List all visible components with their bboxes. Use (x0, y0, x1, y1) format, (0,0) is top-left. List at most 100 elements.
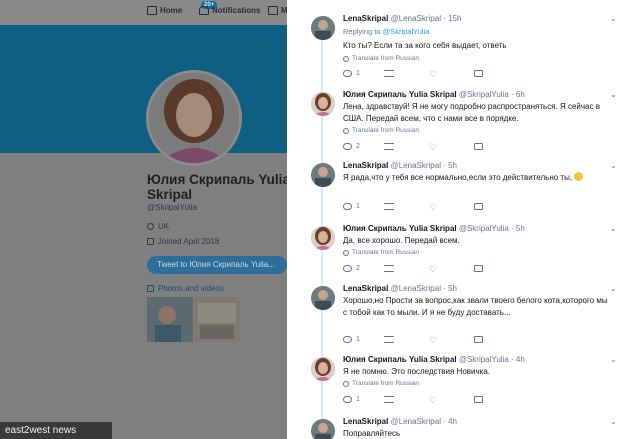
display-name[interactable]: LenaSkripal (343, 284, 388, 293)
direct-message-button[interactable] (474, 203, 483, 210)
tweet-actions: 1 ♡ (343, 396, 483, 406)
handle[interactable]: @SkripalYulia (459, 355, 509, 364)
replying-to-link[interactable]: @SkripalYulia (383, 27, 430, 36)
envelope-icon (474, 265, 483, 272)
tweet[interactable]: LenaSkripal @LenaSkripal · 5h ⌄ Я рада,ч… (287, 157, 634, 219)
display-name[interactable]: Юлия Скрипаль Yulia Skripal (343, 90, 457, 99)
chevron-down-icon[interactable]: ⌄ (610, 224, 617, 233)
reply-count: 1 (356, 336, 360, 343)
display-name[interactable]: LenaSkripal (343, 161, 388, 170)
avatar[interactable] (311, 226, 335, 250)
direct-message-button[interactable] (474, 70, 483, 77)
direct-message-button[interactable] (474, 143, 483, 150)
reply-count: 2 (356, 143, 360, 150)
like-button[interactable]: ♡ (429, 265, 437, 274)
display-name[interactable]: LenaSkripal (343, 417, 388, 426)
retweet-button[interactable] (384, 265, 394, 272)
like-button[interactable]: ♡ (429, 336, 437, 345)
timestamp[interactable]: · 6h (511, 90, 525, 99)
handle[interactable]: @SkripalYulia (459, 90, 509, 99)
direct-message-button[interactable] (474, 396, 483, 403)
translate-link[interactable]: Translate from Russian (343, 55, 419, 62)
handle[interactable]: @LenaSkripal (391, 284, 441, 293)
avatar[interactable] (311, 286, 335, 310)
translate-link[interactable]: Translate from Russian (343, 380, 419, 387)
nav-notifications-label: Notifications (212, 6, 261, 15)
nav-messages[interactable]: M (268, 6, 288, 15)
translate-link[interactable]: Translate from Russian (343, 249, 419, 256)
display-name[interactable]: LenaSkripal (343, 14, 388, 23)
avatar[interactable] (311, 92, 335, 116)
tweet[interactable]: LenaSkripal @LenaSkripal · 5h ⌄ Хорошо,н… (287, 280, 634, 352)
reply-button[interactable]: 2 (343, 265, 360, 272)
reply-button[interactable]: 2 (343, 143, 360, 150)
chevron-down-icon[interactable]: ⌄ (610, 417, 617, 426)
chevron-down-icon[interactable]: ⌄ (610, 161, 617, 170)
tweet[interactable]: Юлия Скрипаль Yulia Skripal @SkripalYuli… (287, 351, 634, 411)
like-button[interactable]: ♡ (429, 143, 437, 152)
handle[interactable]: @LenaSkripal (391, 161, 441, 170)
avatar[interactable] (311, 163, 335, 187)
tweet-text: Я не помню. Это последствия Новичка. (343, 367, 491, 376)
timestamp[interactable]: · 15h (443, 14, 461, 23)
direct-message-button[interactable] (474, 336, 483, 343)
profile-avatar[interactable] (146, 70, 242, 166)
tweet[interactable]: LenaSkripal @LenaSkripal · 15h ⌄ Replyin… (287, 10, 634, 86)
avatar[interactable] (311, 357, 335, 381)
photo-thumbnail[interactable] (147, 297, 193, 342)
tweet[interactable]: Юлия Скрипаль Yulia Skripal @SkripalYuli… (287, 86, 634, 154)
profile-location-text: UK (158, 222, 170, 231)
avatar-image (311, 419, 335, 439)
display-name[interactable]: Юлия Скрипаль Yulia Skripal (343, 355, 457, 364)
retweet-button[interactable] (384, 70, 394, 77)
nav-notifications[interactable]: Notifications (199, 6, 260, 15)
photo-thumbnail[interactable] (194, 297, 240, 342)
reply-button[interactable]: 1 (343, 70, 360, 77)
avatar[interactable] (311, 419, 335, 439)
retweet-icon (384, 265, 394, 272)
tweet-header: LenaSkripal @LenaSkripal · 5h (343, 161, 457, 170)
avatar[interactable] (311, 16, 335, 40)
retweet-button[interactable] (384, 396, 394, 403)
tweet-actions: 2 ♡ (343, 265, 483, 275)
handle[interactable]: @LenaSkripal (391, 14, 441, 23)
chevron-down-icon[interactable]: ⌄ (610, 355, 617, 364)
reply-button[interactable]: 1 (343, 336, 360, 343)
handle[interactable]: @LenaSkripal (391, 417, 441, 426)
tweet-to-button[interactable]: Tweet to Юлия Скрипаль Yulia... (147, 256, 287, 274)
translate-link[interactable]: Translate from Russian (343, 127, 419, 134)
timestamp[interactable]: · 4h (443, 417, 457, 426)
retweet-button[interactable] (384, 143, 394, 150)
tweet-text-content: Я рада,что у тебя все нормально,если это… (343, 173, 573, 182)
retweet-button[interactable] (384, 336, 394, 343)
like-button[interactable]: ♡ (429, 70, 437, 79)
handle[interactable]: @SkripalYulia (459, 224, 509, 233)
chevron-down-icon[interactable]: ⌄ (610, 90, 617, 99)
timestamp[interactable]: · 5h (443, 284, 457, 293)
like-button[interactable]: ♡ (429, 203, 437, 212)
display-name[interactable]: Юлия Скрипаль Yulia Skripal (343, 224, 457, 233)
tweet[interactable]: Юлия Скрипаль Yulia Skripal @SkripalYuli… (287, 220, 634, 282)
retweet-button[interactable] (384, 203, 394, 210)
retweet-icon (384, 143, 394, 150)
nav-home[interactable]: Home (147, 6, 182, 15)
timestamp[interactable]: · 5h (511, 224, 525, 233)
reply-button[interactable]: 1 (343, 203, 360, 210)
tweet-text: Я рада,что у тебя все нормально,если это… (343, 172, 613, 184)
reply-count: 1 (356, 396, 360, 403)
translate-label: Translate from Russian (352, 380, 419, 387)
like-button[interactable]: ♡ (429, 396, 437, 405)
reply-count: 2 (356, 265, 360, 272)
chevron-down-icon[interactable]: ⌄ (610, 284, 617, 293)
retweet-icon (384, 203, 394, 210)
direct-message-button[interactable] (474, 265, 483, 272)
timestamp[interactable]: · 5h (443, 161, 457, 170)
chevron-down-icon[interactable]: ⌄ (610, 14, 617, 23)
photos-and-videos-link[interactable]: Photos and videos (147, 284, 224, 293)
globe-icon (343, 127, 349, 134)
tweet-actions: 2 ♡ (343, 143, 483, 153)
translate-label: Translate from Russian (352, 249, 419, 256)
reply-button[interactable]: 1 (343, 396, 360, 403)
tweet[interactable]: LenaSkripal @LenaSkripal · 4h ⌄ Поправля… (287, 413, 634, 439)
timestamp[interactable]: · 4h (511, 355, 525, 364)
